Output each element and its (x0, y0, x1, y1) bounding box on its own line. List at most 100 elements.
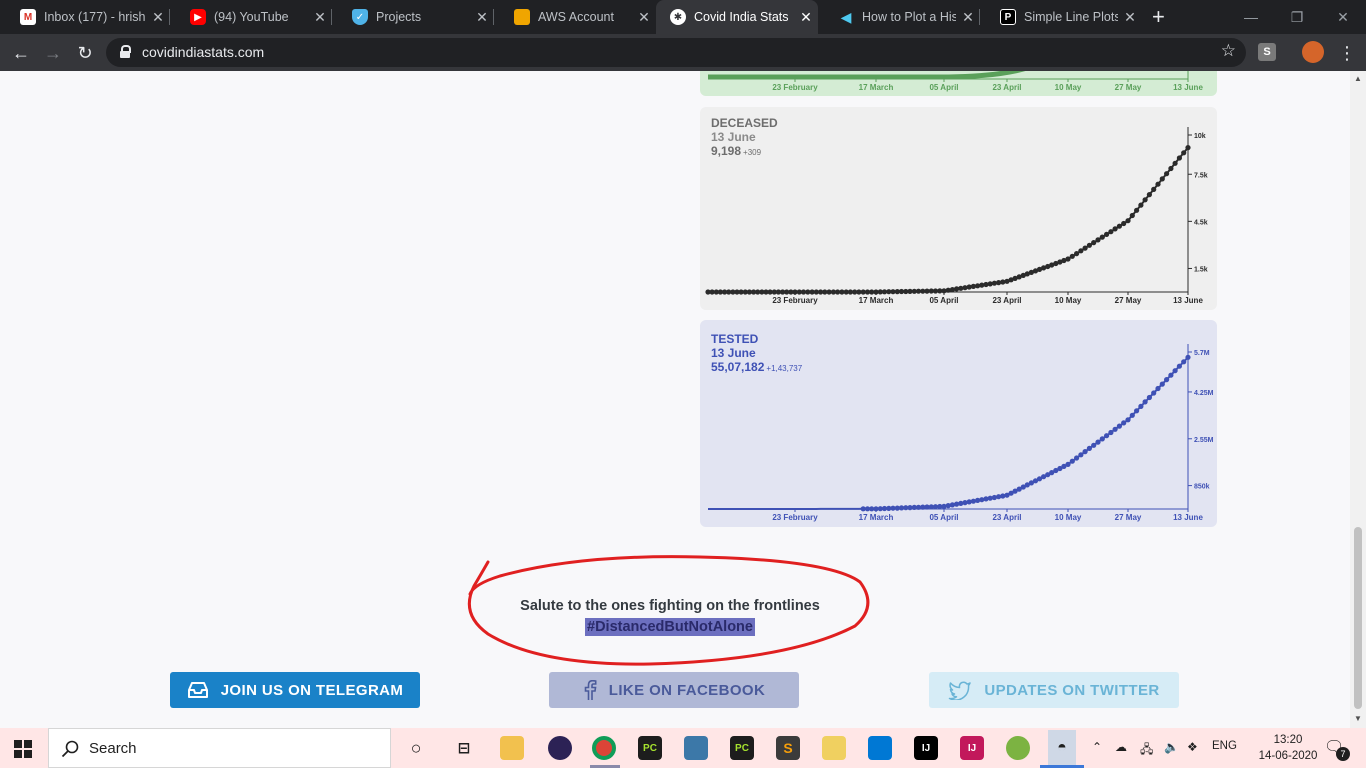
data-point (1134, 207, 1140, 213)
data-point (1116, 223, 1122, 229)
data-point (1074, 455, 1080, 461)
pycharm-community-icon[interactable]: PC (730, 736, 754, 760)
search-placeholder: Search (89, 740, 137, 757)
data-point (1086, 445, 1092, 451)
x-tick-label: 10 May (1055, 83, 1082, 92)
file-explorer-icon[interactable] (500, 736, 524, 760)
chrome-icon[interactable] (592, 736, 616, 760)
data-point (1104, 231, 1110, 237)
tab-projects[interactable]: ✓ Projects ✕ (332, 0, 494, 34)
back-button[interactable]: ← (8, 40, 34, 66)
android-studio-icon[interactable] (1006, 736, 1030, 760)
snipping-tool-icon[interactable]: ◓ (1048, 730, 1076, 766)
x-tick-label: 05 April (929, 513, 958, 522)
y-tick-label: 5.7M (1194, 350, 1210, 357)
taskbar-clock[interactable]: 13:20 14-06-2020 (1258, 732, 1318, 764)
confirmed-chart-card: 23 February 17 March 05 April 23 April 10 Ma… (700, 71, 1217, 96)
data-point (1112, 426, 1118, 432)
profile-avatar[interactable] (1302, 41, 1324, 63)
tab-youtube[interactable]: ▶ (94) YouTube ✕ (170, 0, 332, 34)
data-point (1151, 390, 1157, 396)
page-content: 23 February 17 March 05 April 23 April 10 Ma… (0, 71, 1350, 728)
cortana-icon[interactable]: ○ (404, 736, 428, 760)
data-point (1069, 253, 1075, 259)
x-tick-label: 17 March (859, 83, 894, 92)
language-indicator[interactable]: ENG (1212, 740, 1237, 752)
task-view-icon[interactable]: ⊟ (452, 736, 476, 760)
close-icon[interactable]: ✕ (146, 9, 170, 26)
browser-tab-strip: M Inbox (177) - hrish ✕ ▶ (94) YouTube ✕… (0, 0, 1366, 34)
data-point (1159, 176, 1165, 182)
volume-icon[interactable]: 🔈 (1164, 740, 1179, 754)
x-tick-label: 05 April (929, 83, 958, 92)
tab-gmail[interactable]: M Inbox (177) - hrish ✕ (0, 0, 170, 34)
eclipse-icon[interactable] (548, 736, 572, 760)
vscode-icon[interactable] (868, 736, 892, 760)
new-tab-button[interactable]: + (1152, 4, 1165, 30)
data-point (1176, 155, 1182, 161)
telegram-button[interactable]: JOIN US ON TELEGRAM (170, 672, 420, 708)
data-point (1164, 171, 1170, 177)
python-icon[interactable] (822, 736, 846, 760)
tab-simple-line-plots[interactable]: P Simple Line Plots | ✕ (980, 0, 1142, 34)
inbox-icon (187, 681, 209, 699)
dropbox-icon[interactable]: ❖ (1187, 740, 1198, 754)
windows-start-icon[interactable] (14, 740, 32, 758)
sublime-text-icon[interactable]: S (776, 736, 800, 760)
menu-kebab-icon[interactable]: ⋮ (1334, 40, 1360, 66)
x-tick-label: 23 February (772, 513, 818, 522)
extension-s-icon[interactable]: S (1258, 43, 1276, 61)
close-icon[interactable]: ✕ (1118, 9, 1142, 26)
scroll-up-arrow-icon[interactable]: ▲ (1354, 74, 1362, 83)
notification-count-badge: 7 (1336, 747, 1350, 761)
page-scrollbar[interactable]: ▲ ▼ (1350, 71, 1366, 728)
data-point (1138, 403, 1144, 409)
x-tick-label: 27 May (1115, 513, 1142, 522)
scrollbar-thumb[interactable] (1354, 527, 1362, 709)
minimize-button[interactable]: — (1228, 0, 1274, 34)
close-window-button[interactable]: ✕ (1320, 0, 1366, 34)
tab-aws[interactable]: AWS Account ✕ (494, 0, 656, 34)
forward-button[interactable]: → (40, 40, 66, 66)
close-icon[interactable]: ✕ (632, 9, 656, 26)
close-icon[interactable]: ✕ (794, 9, 818, 26)
tab-covid-india-stats[interactable]: ✱ Covid India Stats ✕ (656, 0, 818, 34)
close-icon[interactable]: ✕ (956, 9, 980, 26)
salute-text: Salute to the ones fighting on the front… (520, 598, 820, 614)
intellij-icon[interactable]: IJ (914, 736, 938, 760)
close-icon[interactable]: ✕ (308, 9, 332, 26)
fish-icon: ◀ (840, 8, 852, 25)
close-icon[interactable]: ✕ (470, 9, 494, 26)
bookmark-star-icon[interactable]: ☆ (1221, 41, 1236, 61)
data-point (1095, 237, 1101, 243)
confirmed-series-line (708, 71, 1026, 80)
x-tick-label: 17 March (859, 513, 894, 522)
tested-chart-card: TESTED 13 June 55,07,182 +1,43,737 850k 2.… (700, 320, 1217, 527)
data-point (1159, 381, 1165, 387)
y-tick-label: 850k (1194, 484, 1210, 491)
onedrive-cloud-icon[interactable]: ☁ (1115, 740, 1127, 754)
pycharm-icon[interactable]: PC (638, 736, 662, 760)
scroll-down-arrow-icon[interactable]: ▼ (1354, 714, 1362, 723)
python-idle-icon[interactable] (684, 736, 708, 760)
network-icon[interactable]: 🖧 (1140, 740, 1153, 761)
x-tick-label: 27 May (1115, 83, 1142, 92)
tested-chart: 850k 2.55M 4.25M 5.7M 23 February 17 March 05 … (708, 344, 1214, 522)
twitter-button[interactable]: UPDATES ON TWITTER (929, 672, 1179, 708)
x-tick-label: 13 June (1173, 83, 1203, 92)
address-bar[interactable]: covidindiastats.com ☆ (106, 38, 1246, 67)
intellij-ultimate-icon[interactable]: IJ (960, 736, 984, 760)
restore-button[interactable]: ❐ (1274, 0, 1320, 34)
data-point (1065, 461, 1071, 467)
data-point (1091, 240, 1097, 246)
x-tick-label: 23 April (992, 296, 1021, 305)
tab-label: Inbox (177) - hrish (44, 10, 146, 24)
reload-button[interactable]: ↻ (72, 40, 98, 66)
x-tick-label: 05 April (929, 296, 958, 305)
facebook-button[interactable]: LIKE ON FACEBOOK (549, 672, 799, 708)
x-tick-label: 13 June (1173, 513, 1203, 522)
tab-how-to-plot[interactable]: ◀ How to Plot a Hist ✕ (818, 0, 980, 34)
show-hidden-icons-chevron-icon[interactable]: ⌃ (1092, 740, 1102, 754)
confirmed-chart: 23 February 17 March 05 April 23 April 10 Ma… (708, 71, 1203, 92)
taskbar-search-box[interactable]: Search (48, 728, 391, 768)
